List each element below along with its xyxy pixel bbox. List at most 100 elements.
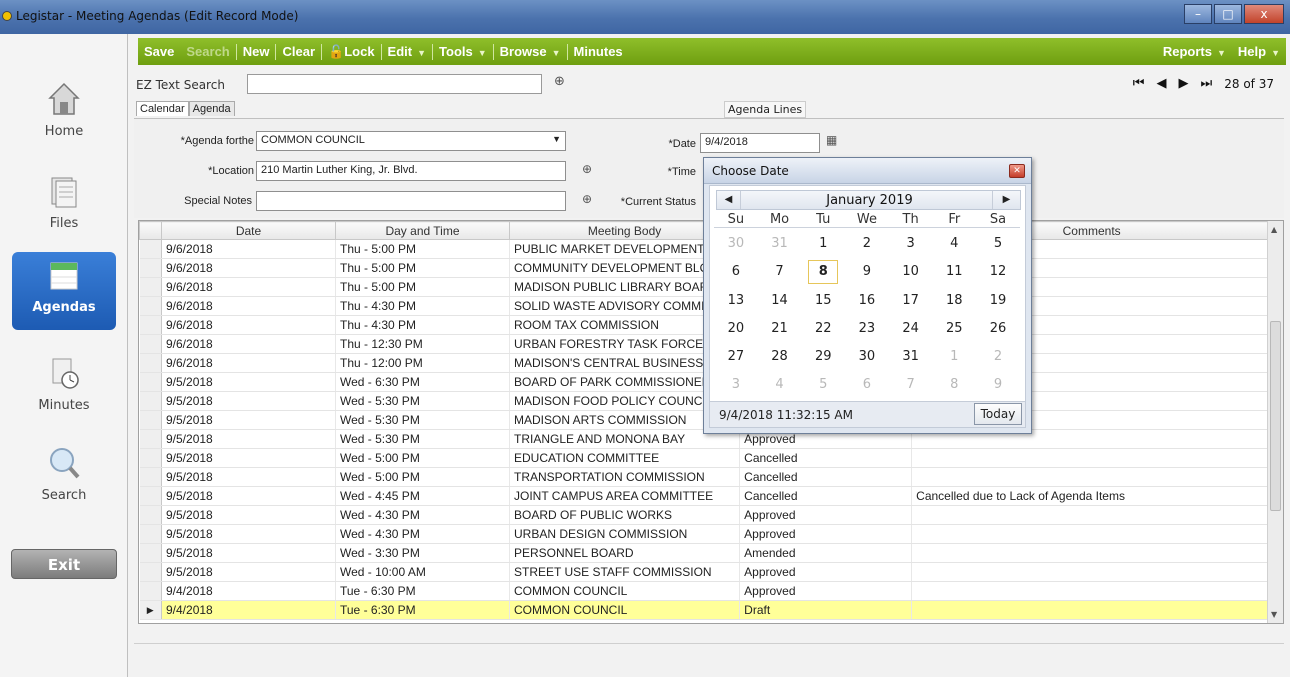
day-cell[interactable]: 22 xyxy=(801,315,845,343)
date-field[interactable]: 9/4/2018 xyxy=(700,133,820,153)
save-button[interactable]: Save xyxy=(138,44,180,59)
special-notes-field[interactable] xyxy=(256,191,566,211)
day-cell[interactable]: 16 xyxy=(845,287,889,315)
day-cell[interactable]: 6 xyxy=(845,371,889,399)
day-cell[interactable]: 30 xyxy=(845,343,889,371)
current-row-arrow-icon[interactable]: ▶ xyxy=(139,600,162,620)
table-row[interactable]: 9/5/2018 Wed - 4:30 PM BOARD OF PUBLIC WOR… xyxy=(139,505,1273,525)
day-cell[interactable]: 8 xyxy=(932,371,976,399)
day-cell[interactable]: 7 xyxy=(889,371,933,399)
lock-button[interactable]: 🔓Lock xyxy=(322,44,381,60)
day-cell[interactable]: 23 xyxy=(845,315,889,343)
location-zoom-icon[interactable]: ⊕ xyxy=(582,162,592,176)
day-cell[interactable]: 2 xyxy=(976,343,1020,371)
row-selector[interactable] xyxy=(139,391,162,411)
row-selector[interactable] xyxy=(139,467,162,487)
day-cell[interactable]: 5 xyxy=(801,371,845,399)
day-cell[interactable]: 4 xyxy=(758,371,802,399)
day-cell[interactable]: 30 xyxy=(714,230,758,258)
day-cell[interactable]: 21 xyxy=(758,315,802,343)
table-row[interactable]: 9/5/2018 Wed - 3:30 PM PERSONNEL BOARD Amen… xyxy=(139,543,1273,563)
day-cell[interactable]: 25 xyxy=(932,315,976,343)
table-row[interactable]: 9/5/2018 Wed - 4:45 PM JOINT CAMPUS AREA C… xyxy=(139,486,1273,506)
day-cell[interactable]: 29 xyxy=(801,343,845,371)
day-cell[interactable]: 24 xyxy=(889,315,933,343)
day-cell[interactable]: 12 xyxy=(976,258,1020,286)
row-selector[interactable] xyxy=(139,258,162,278)
minimize-button[interactable]: – xyxy=(1184,4,1212,24)
minutes-button[interactable]: Minutes xyxy=(568,44,629,59)
tools-menu[interactable]: Tools ▼ xyxy=(433,44,493,59)
day-cell[interactable]: 1 xyxy=(801,230,845,258)
table-row[interactable]: 9/5/2018 Wed - 4:30 PM URBAN DESIGN COMMIS… xyxy=(139,524,1273,544)
scroll-thumb[interactable] xyxy=(1270,321,1281,511)
row-selector[interactable] xyxy=(139,239,162,259)
scroll-up-icon[interactable]: ▲ xyxy=(1271,225,1277,234)
day-cell[interactable]: 11 xyxy=(932,258,976,286)
row-selector[interactable] xyxy=(139,543,162,563)
reports-menu[interactable]: Reports ▼ xyxy=(1157,44,1232,59)
row-selector[interactable] xyxy=(139,505,162,525)
table-row[interactable]: 9/5/2018 Wed - 5:00 PM EDUCATION COMMITTEE… xyxy=(139,448,1273,468)
table-row[interactable]: 9/5/2018 Wed - 5:00 PM TRANSPORTATION COMM… xyxy=(139,467,1273,487)
day-cell[interactable]: 6 xyxy=(714,258,758,286)
next-record-icon[interactable]: ▶ xyxy=(1179,76,1189,91)
zoom-search-icon[interactable]: ⊕ xyxy=(554,74,565,89)
row-selector[interactable] xyxy=(139,372,162,392)
maximize-button[interactable]: □ xyxy=(1214,4,1242,24)
row-selector[interactable] xyxy=(139,524,162,544)
exit-button[interactable]: Exit xyxy=(11,549,117,579)
day-cell[interactable]: 3 xyxy=(889,230,933,258)
nav-files[interactable]: Files xyxy=(12,168,116,246)
day-cell[interactable]: 1 xyxy=(932,343,976,371)
day-cell[interactable]: 18 xyxy=(932,287,976,315)
tab-agenda[interactable]: Agenda xyxy=(188,101,235,116)
nav-search[interactable]: Search xyxy=(12,440,116,518)
day-cell[interactable]: 9 xyxy=(845,258,889,286)
day-cell[interactable]: 19 xyxy=(976,287,1020,315)
day-cell[interactable]: 10 xyxy=(889,258,933,286)
tab-agenda-lines[interactable]: Agenda Lines xyxy=(724,101,807,118)
day-cell[interactable]: 31 xyxy=(889,343,933,371)
last-record-icon[interactable]: ⏭ xyxy=(1201,76,1213,91)
row-selector[interactable] xyxy=(139,562,162,582)
vertical-scrollbar[interactable]: ▲ ▼ xyxy=(1267,221,1283,623)
column-header-day-time[interactable]: Day and Time xyxy=(335,221,510,240)
location-field[interactable]: 210 Martin Luther King, Jr. Blvd. xyxy=(256,161,566,181)
day-cell[interactable]: 26 xyxy=(976,315,1020,343)
row-selector[interactable] xyxy=(139,448,162,468)
day-cell[interactable]: 3 xyxy=(714,371,758,399)
prev-month-icon[interactable]: ◀ xyxy=(717,191,741,209)
table-row[interactable]: 9/4/2018 Tue - 6:30 PM COMMON COUNCIL Appro… xyxy=(139,581,1273,601)
row-selector[interactable] xyxy=(139,353,162,373)
close-icon[interactable]: ✕ xyxy=(1009,164,1025,178)
first-record-icon[interactable]: ⏮ xyxy=(1133,76,1145,91)
new-button[interactable]: New xyxy=(237,44,276,59)
day-cell[interactable]: 9 xyxy=(976,371,1020,399)
row-selector[interactable] xyxy=(139,277,162,297)
day-cell[interactable]: 14 xyxy=(758,287,802,315)
close-window-button[interactable]: x xyxy=(1244,4,1284,24)
tab-calendar[interactable]: Calendar xyxy=(136,101,189,116)
row-selector[interactable] xyxy=(139,315,162,335)
browse-menu[interactable]: Browse ▼ xyxy=(494,44,567,59)
row-selector[interactable] xyxy=(139,486,162,506)
ez-search-input[interactable] xyxy=(247,74,542,94)
day-cell[interactable]: 2 xyxy=(845,230,889,258)
calendar-picker-icon[interactable]: ▦ xyxy=(826,133,837,147)
row-selector[interactable] xyxy=(139,410,162,430)
help-menu[interactable]: Help ▼ xyxy=(1232,44,1286,59)
nav-agendas[interactable]: Agendas xyxy=(12,252,116,330)
table-row[interactable]: 9/5/2018 Wed - 10:00 AM STREET USE STAFF C… xyxy=(139,562,1273,582)
nav-minutes[interactable]: Minutes xyxy=(12,350,116,428)
agenda-for-select[interactable]: COMMON COUNCIL ▼ xyxy=(256,131,566,151)
notes-zoom-icon[interactable]: ⊕ xyxy=(582,192,592,206)
scroll-down-icon[interactable]: ▼ xyxy=(1271,610,1277,619)
clear-button[interactable]: Clear xyxy=(276,44,321,59)
day-cell[interactable]: 4 xyxy=(932,230,976,258)
nav-home[interactable]: Home xyxy=(12,76,116,154)
day-cell[interactable]: 5 xyxy=(976,230,1020,258)
today-button[interactable]: Today xyxy=(974,403,1022,425)
search-button[interactable]: Search xyxy=(180,44,235,59)
day-cell[interactable]: 7 xyxy=(758,258,802,286)
